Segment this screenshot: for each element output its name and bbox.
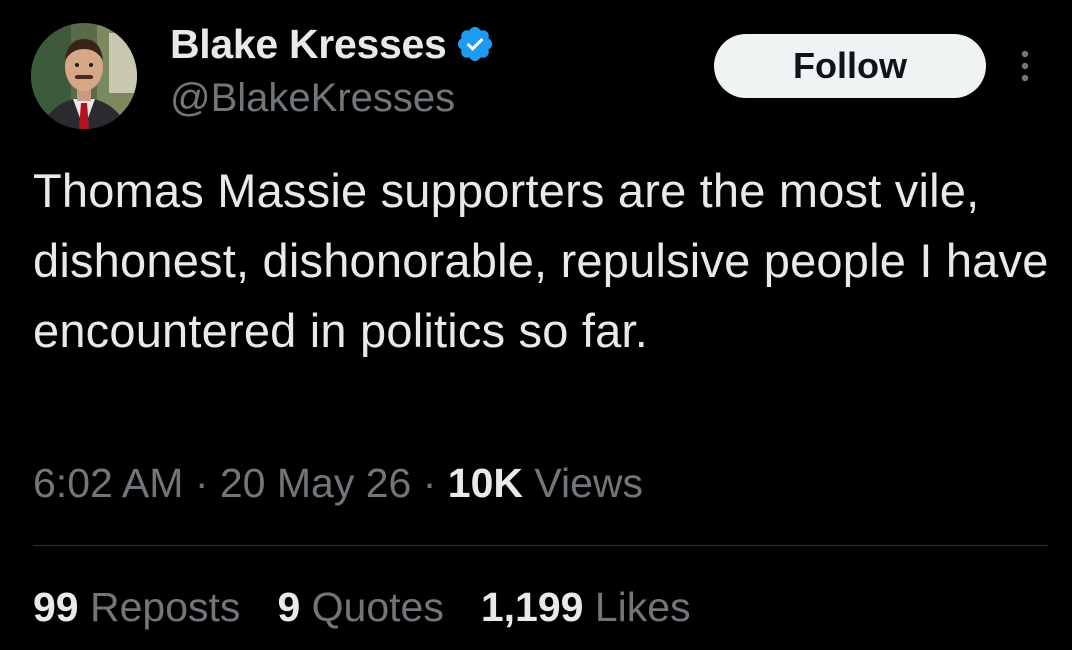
engagement-stats: 99 Reposts 9 Quotes 1,199 Likes: [33, 584, 728, 631]
views-label[interactable]: Views: [534, 460, 643, 506]
reposts-count: 99: [33, 584, 79, 630]
author-display-name[interactable]: Blake Kresses: [170, 21, 447, 68]
likes-stat[interactable]: 1,199 Likes: [481, 584, 691, 631]
tweet-time[interactable]: 6:02 AM: [33, 460, 183, 506]
likes-label: Likes: [594, 584, 691, 630]
divider: [33, 545, 1048, 546]
verified-badge-icon: [455, 24, 495, 64]
tweet-text: Thomas Massie supporters are the most vi…: [33, 164, 1049, 357]
tweet-meta: 6:02 AM · 20 May 26 · 10K Views: [33, 460, 643, 507]
reposts-stat[interactable]: 99 Reposts: [33, 584, 240, 631]
author-handle[interactable]: @BlakeKresses: [170, 76, 455, 121]
author-name-row: Blake Kresses: [170, 20, 495, 68]
tweet-date[interactable]: 20 May 26: [220, 460, 411, 506]
tweet-card: Blake Kresses @BlakeKresses Follow Thoma…: [0, 0, 1072, 650]
quotes-count: 9: [277, 584, 301, 630]
avatar-image: [31, 23, 137, 129]
quotes-stat[interactable]: 9 Quotes: [277, 584, 443, 631]
avatar[interactable]: [31, 23, 137, 129]
meta-separator: ·: [183, 460, 220, 506]
follow-button[interactable]: Follow: [714, 34, 986, 98]
likes-count: 1,199: [480, 584, 584, 630]
reposts-label: Reposts: [90, 584, 241, 630]
quotes-label: Quotes: [311, 584, 444, 630]
more-vertical-icon[interactable]: [1014, 46, 1036, 86]
views-count[interactable]: 10K: [448, 460, 523, 506]
meta-separator: ·: [411, 460, 448, 506]
